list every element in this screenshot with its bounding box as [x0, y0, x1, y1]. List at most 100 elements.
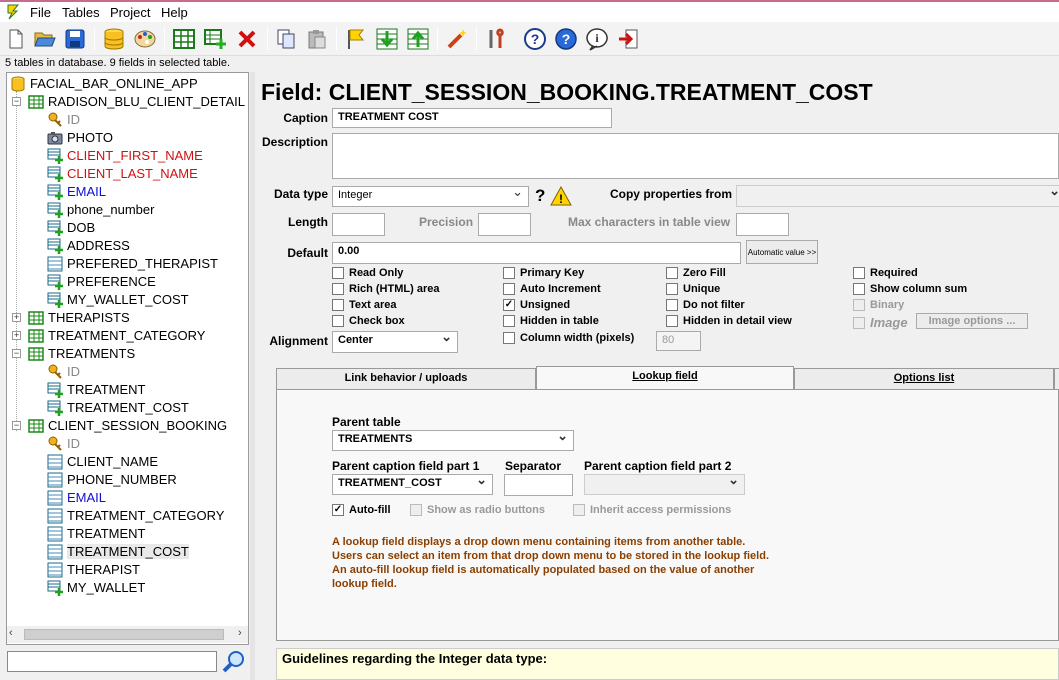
separator-input[interactable]: [504, 474, 573, 496]
about-icon[interactable]: ?: [554, 27, 578, 51]
tree-table-4[interactable]: CLIENT_SESSION_BOOKING: [28, 417, 227, 434]
tree-field[interactable]: TREATMENT_COST: [47, 543, 189, 560]
tree-field[interactable]: ID: [47, 435, 80, 452]
tree-field[interactable]: PREFERED_THERAPIST: [47, 255, 218, 272]
radio-buttons-checkbox[interactable]: Show as radio buttons: [410, 504, 545, 516]
menu-help[interactable]: Help: [161, 5, 188, 20]
unique-checkbox[interactable]: Unique: [666, 283, 720, 295]
panel-splitter[interactable]: [250, 72, 255, 680]
collapse-icon[interactable]: −: [12, 421, 21, 430]
theme-icon[interactable]: [133, 27, 157, 51]
tree-field[interactable]: TREATMENT_COST: [47, 399, 189, 416]
do-not-filter-checkbox[interactable]: Do not filter: [666, 299, 745, 311]
tree-field[interactable]: PHONE_NUMBER: [47, 471, 177, 488]
collapse-icon[interactable]: −: [12, 349, 21, 358]
scroll-right-icon[interactable]: ›: [238, 627, 242, 639]
tab-lookup-field[interactable]: Lookup field: [536, 366, 794, 390]
length-input[interactable]: [332, 213, 385, 236]
delete-icon[interactable]: [235, 27, 259, 51]
precision-input[interactable]: [478, 213, 531, 236]
column-width-input[interactable]: 80: [656, 331, 701, 351]
unsigned-checkbox[interactable]: ✓ Unsigned: [503, 299, 570, 311]
tree-field[interactable]: TREATMENT_CATEGORY: [47, 507, 224, 524]
parent-table-select[interactable]: TREATMENTS: [332, 428, 574, 451]
tree-field[interactable]: DOB: [47, 219, 95, 236]
copy-icon[interactable]: [274, 27, 298, 51]
show-column-sum-checkbox[interactable]: Show column sum: [853, 283, 967, 295]
tree-field[interactable]: TREATMENT: [47, 525, 145, 542]
hidden-in-detail-view-checkbox[interactable]: Hidden in detail view: [666, 315, 792, 327]
maxchars-input[interactable]: [736, 213, 789, 236]
wand-icon[interactable]: [445, 27, 469, 51]
tree-field[interactable]: PHOTO: [47, 129, 113, 146]
database-icon[interactable]: [102, 27, 126, 51]
required-checkbox[interactable]: Required: [853, 267, 918, 279]
datatype-select[interactable]: Integer: [332, 184, 529, 207]
help-icon[interactable]: ?: [523, 27, 547, 51]
tree-root-database[interactable]: FACIAL_BAR_ONLINE_APP: [10, 75, 198, 92]
tools-icon[interactable]: [484, 27, 508, 51]
default-input[interactable]: 0.00: [332, 242, 741, 264]
tree-field[interactable]: ADDRESS: [47, 237, 130, 254]
column-width-pixels-checkbox[interactable]: Column width (pixels): [503, 332, 634, 344]
tree-field[interactable]: CLIENT_NAME: [47, 453, 158, 470]
tree-field[interactable]: EMAIL: [47, 183, 106, 200]
image-options-button[interactable]: Image options ...: [916, 313, 1028, 329]
menu-file[interactable]: File: [30, 5, 51, 20]
tab-overflow[interactable]: [1054, 368, 1059, 389]
add-field-icon[interactable]: [203, 27, 227, 51]
tree-field[interactable]: EMAIL: [47, 489, 106, 506]
tree-field[interactable]: MY_WALLET_COST: [47, 291, 189, 308]
copy-properties-select[interactable]: [736, 183, 1059, 207]
save-icon[interactable]: [63, 27, 87, 51]
tree-field[interactable]: ID: [47, 363, 80, 380]
new-icon[interactable]: [4, 27, 28, 51]
paste-icon[interactable]: [305, 27, 329, 51]
scroll-left-icon[interactable]: ‹: [9, 627, 13, 639]
tree-field[interactable]: CLIENT_LAST_NAME: [47, 165, 198, 182]
tree-field[interactable]: PREFERENCE: [47, 273, 156, 290]
export-icon[interactable]: [406, 27, 430, 51]
exit-icon[interactable]: [616, 27, 640, 51]
expand-icon[interactable]: +: [12, 331, 21, 340]
primary-key-checkbox[interactable]: Primary Key: [503, 267, 584, 279]
tab-link-behavior[interactable]: Link behavior / uploads: [276, 368, 536, 389]
tree-table-2[interactable]: TREATMENT_CATEGORY: [28, 327, 205, 344]
tree-table-1[interactable]: THERAPISTS: [28, 309, 130, 326]
menu-tables[interactable]: Tables: [62, 5, 100, 20]
tree-field[interactable]: phone_number: [47, 201, 154, 218]
description-input[interactable]: [332, 133, 1059, 179]
check-box-checkbox[interactable]: Check box: [332, 315, 405, 327]
search-button[interactable]: [220, 649, 248, 674]
inherit-permissions-checkbox[interactable]: Inherit access permissions: [573, 504, 731, 516]
tree-search-input[interactable]: [7, 651, 217, 672]
caption-input[interactable]: TREATMENT COST: [332, 108, 612, 128]
read-only-checkbox[interactable]: Read Only: [332, 267, 403, 279]
auto-increment-checkbox[interactable]: Auto Increment: [503, 283, 601, 295]
zero-fill-checkbox[interactable]: Zero Fill: [666, 267, 726, 279]
tree-table-3[interactable]: TREATMENTS: [28, 345, 135, 362]
expand-icon[interactable]: +: [12, 313, 21, 322]
tree-field[interactable]: TREATMENT: [47, 381, 145, 398]
alignment-select[interactable]: Center: [332, 329, 458, 353]
info-icon[interactable]: i: [585, 27, 609, 51]
table-icon[interactable]: [172, 27, 196, 51]
tree-field[interactable]: THERAPIST: [47, 561, 140, 578]
autofill-checkbox[interactable]: ✓ Auto-fill: [332, 504, 391, 516]
tree-field[interactable]: CLIENT_FIRST_NAME: [47, 147, 203, 164]
collapse-icon[interactable]: −: [12, 97, 21, 106]
automatic-value-button[interactable]: Automatic value >>: [746, 240, 818, 264]
tab-options-list[interactable]: Options list: [794, 368, 1054, 389]
table-tree[interactable]: FACIAL_BAR_ONLINE_APP − RADISON_BLU_CLIENT…: [6, 72, 249, 645]
image-checkbox[interactable]: Image: [853, 315, 908, 330]
flag-icon[interactable]: [344, 27, 368, 51]
menu-project[interactable]: Project: [110, 5, 150, 20]
tree-horizontal-scrollbar[interactable]: ‹ ›: [7, 626, 248, 643]
tree-field[interactable]: ID: [47, 111, 80, 128]
binary-checkbox[interactable]: Binary: [853, 299, 904, 311]
rich-html-area-checkbox[interactable]: Rich (HTML) area: [332, 283, 439, 295]
open-icon[interactable]: [33, 27, 57, 51]
tree-field[interactable]: MY_WALLET: [47, 579, 145, 596]
caption-part2-select[interactable]: [584, 472, 745, 495]
caption-part1-select[interactable]: TREATMENT_COST: [332, 472, 493, 495]
